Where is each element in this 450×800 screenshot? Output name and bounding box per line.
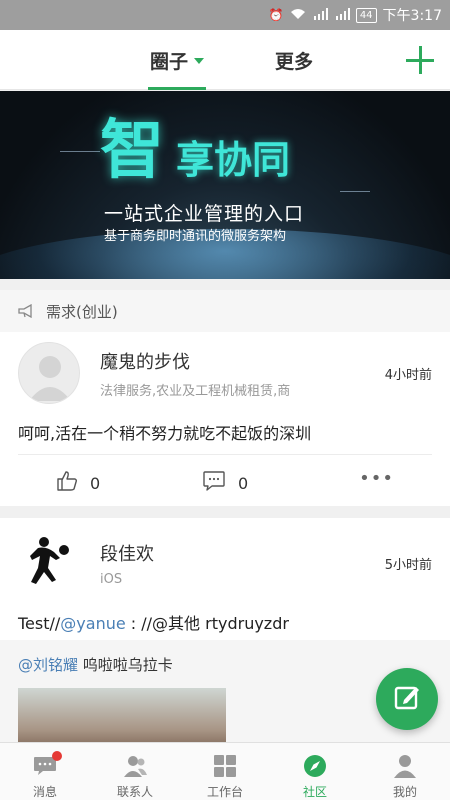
post-time: 4小时前: [384, 368, 432, 383]
signal-2g-icon: [312, 7, 328, 23]
more-icon[interactable]: •••: [359, 468, 394, 489]
tab-more[interactable]: 更多: [275, 30, 313, 90]
bottom-tab-bar: 消息 联系人 工作台 社区 我的: [0, 742, 450, 800]
person-icon: [392, 753, 418, 779]
megaphone-icon: [18, 303, 36, 319]
category-label: 需求(创业): [46, 302, 118, 321]
bottom-tab-label: 社区: [302, 785, 327, 799]
like-count: 0: [90, 473, 101, 493]
status-time: 下午3:17: [382, 8, 442, 24]
contacts-icon: [122, 753, 148, 779]
banner-title-rest: 享协同: [176, 138, 291, 182]
battery-icon: 44: [355, 7, 377, 23]
banner-decor-line: [60, 151, 100, 152]
post-card[interactable]: 魔鬼的步伐 法律服务,农业及工程机械租赁,商 4小时前 呵呵,活在一个稍不努力就…: [0, 332, 450, 506]
post-content: Test//@yanue : //@其他 rtydruyzdr: [18, 610, 289, 634]
banner-decor-line: [340, 191, 370, 192]
avatar[interactable]: [18, 532, 80, 594]
tab-more-label: 更多: [275, 50, 314, 73]
tab-circle-label: 圈子: [150, 50, 189, 73]
quoted-text: @刘铭耀 呜啦啦乌拉卡: [18, 654, 173, 675]
compose-button[interactable]: [376, 668, 438, 730]
compass-icon: [302, 753, 328, 779]
bottom-tab-me[interactable]: 我的: [360, 743, 450, 800]
post-author[interactable]: 段佳欢: [100, 540, 154, 566]
avatar[interactable]: [18, 342, 80, 404]
alarm-icon: ⏰: [268, 8, 284, 22]
caret-down-icon: [194, 58, 205, 64]
bottom-tab-contacts[interactable]: 联系人: [90, 743, 180, 800]
banner-title-big: 智: [100, 114, 164, 188]
plus-icon[interactable]: [404, 44, 436, 76]
like-button[interactable]: 0: [56, 470, 100, 496]
post-author-meta: 法律服务,农业及工程机械租赁,商: [100, 384, 291, 399]
bottom-tab-label: 我的: [392, 785, 417, 799]
bottom-tab-community[interactable]: 社区: [270, 743, 360, 800]
bottom-tab-label: 联系人: [116, 785, 153, 799]
post-text: : //@其他 rtydruyzdr: [125, 614, 289, 633]
top-nav: 圈子 更多: [0, 30, 450, 90]
signal-4g-icon: [334, 7, 350, 23]
tab-circle[interactable]: 圈子: [148, 30, 207, 90]
notification-badge: [52, 751, 62, 761]
thumbs-up-icon: [56, 470, 78, 496]
post-author-meta: iOS: [100, 572, 123, 587]
bottom-tab-label: 工作台: [206, 785, 243, 799]
wifi-icon: [290, 8, 306, 23]
bottom-tab-messages[interactable]: 消息: [0, 743, 90, 800]
quoted-body: 呜啦啦乌拉卡: [78, 656, 173, 674]
bottom-tab-workbench[interactable]: 工作台: [180, 743, 270, 800]
mention-link[interactable]: @yanue: [60, 614, 125, 633]
post-time: 5小时前: [384, 558, 432, 573]
divider: [18, 454, 432, 455]
category-header: 需求(创业): [0, 290, 450, 332]
bottom-tab-label: 消息: [32, 785, 57, 799]
grid-icon: [212, 753, 238, 779]
mention-link[interactable]: @刘铭耀: [18, 656, 78, 674]
promo-banner[interactable]: 智 享协同 一站式企业管理的入口 基于商务即时通讯的微服务架构: [0, 91, 450, 279]
post-text: Test//: [18, 614, 61, 633]
comment-button[interactable]: 0: [202, 470, 248, 496]
comment-icon: [202, 470, 226, 496]
status-bar: ⏰ 44 下午3:17: [0, 0, 450, 30]
banner-subtitle: 一站式企业管理的入口: [104, 203, 305, 225]
post-content: 呵呵,活在一个稍不努力就吃不起饭的深圳: [18, 424, 312, 443]
tab-active-indicator: [148, 87, 207, 90]
comment-count: 0: [238, 473, 249, 493]
post-author[interactable]: 魔鬼的步伐: [100, 348, 190, 374]
edit-icon: [392, 682, 422, 716]
banner-tagline: 基于商务即时通讯的微服务架构: [104, 229, 287, 244]
